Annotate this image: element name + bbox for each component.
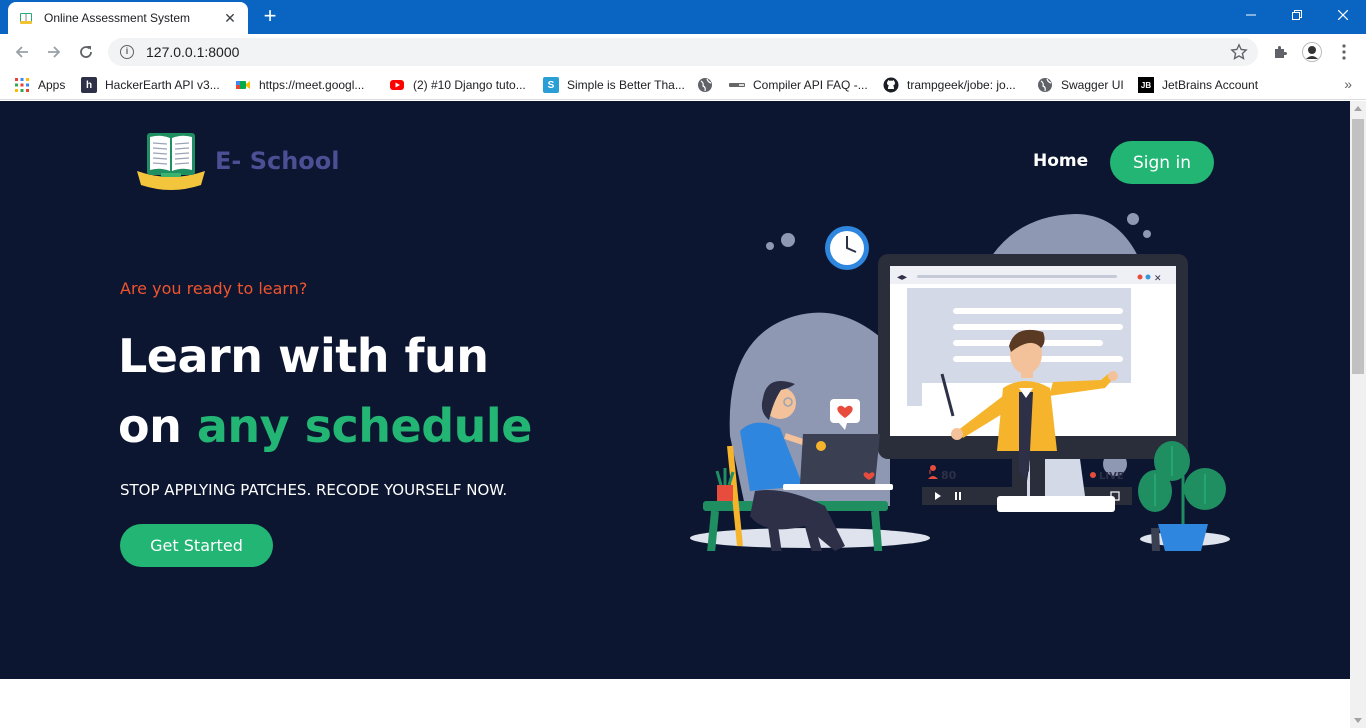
new-tab-button[interactable]: + [258,5,282,29]
hackerearth-icon: h [81,77,97,93]
scrollbar-thumb[interactable] [1352,119,1364,374]
jetbrains-icon: JB [1138,77,1154,93]
headline-prefix: on [118,399,197,453]
restore-icon [1292,10,1302,20]
google-meet-icon [236,81,250,89]
online-learning-illustration: ◂▸ ✕ 80 LIVE [690,213,1230,551]
tab-close-icon[interactable]: ✕ [222,10,238,26]
bookmark-jetbrains[interactable]: JB JetBrains Account [1138,76,1258,94]
browser-menu-button[interactable] [1332,40,1356,64]
hero-subheadline: STOP APPLYING PATCHES. RECODE YOURSELF N… [120,481,508,499]
bookmark-star-icon[interactable] [1230,43,1248,61]
globe-icon [698,78,712,92]
hero-headline-line1: Learn with fun [118,329,489,383]
s-icon: S [543,77,559,93]
kebab-menu-icon [1342,44,1346,60]
scroll-down-arrow-icon[interactable] [1354,718,1362,723]
bookmark-label: (2) #10 Django tuto... [413,78,526,92]
book-favicon-icon [20,13,32,24]
site-logo[interactable]: E- School [135,131,340,191]
bookmarks-overflow-icon[interactable]: » [1344,76,1352,92]
window-minimize-button[interactable] [1228,0,1274,30]
bookmark-github[interactable]: trampgeek/jobe: jo... [883,76,1016,94]
window-close-button[interactable] [1320,0,1366,30]
minimize-icon [1246,14,1256,16]
browser-tab-bar: Online Assessment System ✕ + [0,0,1366,34]
url-text: 127.0.0.1:8000 [146,44,240,60]
bookmark-label: Compiler API FAQ -... [753,78,868,92]
viewer-count: 80 [941,469,957,482]
bookmark-label: https://meet.googl... [259,78,365,92]
arrow-left-icon [15,46,28,58]
bookmark-label: Apps [38,78,66,92]
svg-text:◂▸: ◂▸ [897,272,907,283]
site-info-icon[interactable]: i [120,45,134,59]
open-book-logo-icon [137,133,205,190]
github-icon [883,77,899,93]
bookmark-hackerearth[interactable]: h HackerEarth API v3... [81,76,220,94]
bookmark-label: Simple is Better Tha... [567,78,685,92]
globe-icon [1038,78,1052,92]
puzzle-icon [1275,46,1287,58]
svg-text:✕: ✕ [1154,274,1162,284]
youtube-icon [390,80,404,90]
page-viewport: E- School Home Sign in Are you ready to … [0,101,1350,728]
nav-home-link[interactable]: Home [1033,151,1088,171]
get-started-button[interactable]: Get Started [120,524,273,567]
bookmark-swagger[interactable]: Swagger UI [1037,76,1124,94]
hero-headline-line2: on any schedule [118,399,532,453]
reload-button[interactable] [74,40,98,64]
bookmark-label: trampgeek/jobe: jo... [907,78,1016,92]
bookmark-label: Swagger UI [1061,78,1124,92]
sign-in-button[interactable]: Sign in [1110,141,1214,184]
tab-title: Online Assessment System [44,11,191,25]
page-scrollbar[interactable] [1350,101,1366,728]
scroll-up-arrow-icon[interactable] [1354,106,1362,111]
address-bar[interactable]: i 127.0.0.1:8000 [108,38,1258,66]
bookmark-compiler-api[interactable]: Compiler API FAQ -... [729,76,868,94]
arrow-right-icon [48,46,61,58]
browser-toolbar: i 127.0.0.1:8000 [0,34,1366,70]
bookmark-apps[interactable]: Apps [14,76,65,94]
profile-avatar-button[interactable] [1300,40,1324,64]
extensions-button[interactable] [1268,40,1292,64]
compiler-icon [729,83,745,87]
hero-tagline: Are you ready to learn? [120,279,308,298]
bookmark-globe[interactable] [697,76,721,94]
headline-accent: any schedule [196,399,533,453]
avatar-icon [1302,42,1322,62]
bookmark-simple-is-better[interactable]: S Simple is Better Tha... [543,76,685,94]
bookmarks-bar: Apps h HackerEarth API v3... https://mee… [0,70,1366,100]
back-button[interactable] [10,40,34,64]
reload-icon [80,46,92,58]
close-icon [1338,10,1348,20]
bookmark-label: JetBrains Account [1162,78,1259,92]
apps-grid-icon [15,78,29,92]
forward-button[interactable] [42,40,66,64]
browser-tab[interactable]: Online Assessment System ✕ [8,2,248,34]
window-restore-button[interactable] [1274,0,1320,30]
bookmark-label: HackerEarth API v3... [105,78,220,92]
bookmark-google-meet[interactable]: https://meet.googl... [235,76,364,94]
live-label: LIVE [1099,471,1124,482]
clock-icon [825,226,869,270]
bookmark-youtube[interactable]: (2) #10 Django tuto... [389,76,526,94]
hero-section: E- School Home Sign in Are you ready to … [0,101,1350,679]
brand-name: E- School [215,147,340,175]
